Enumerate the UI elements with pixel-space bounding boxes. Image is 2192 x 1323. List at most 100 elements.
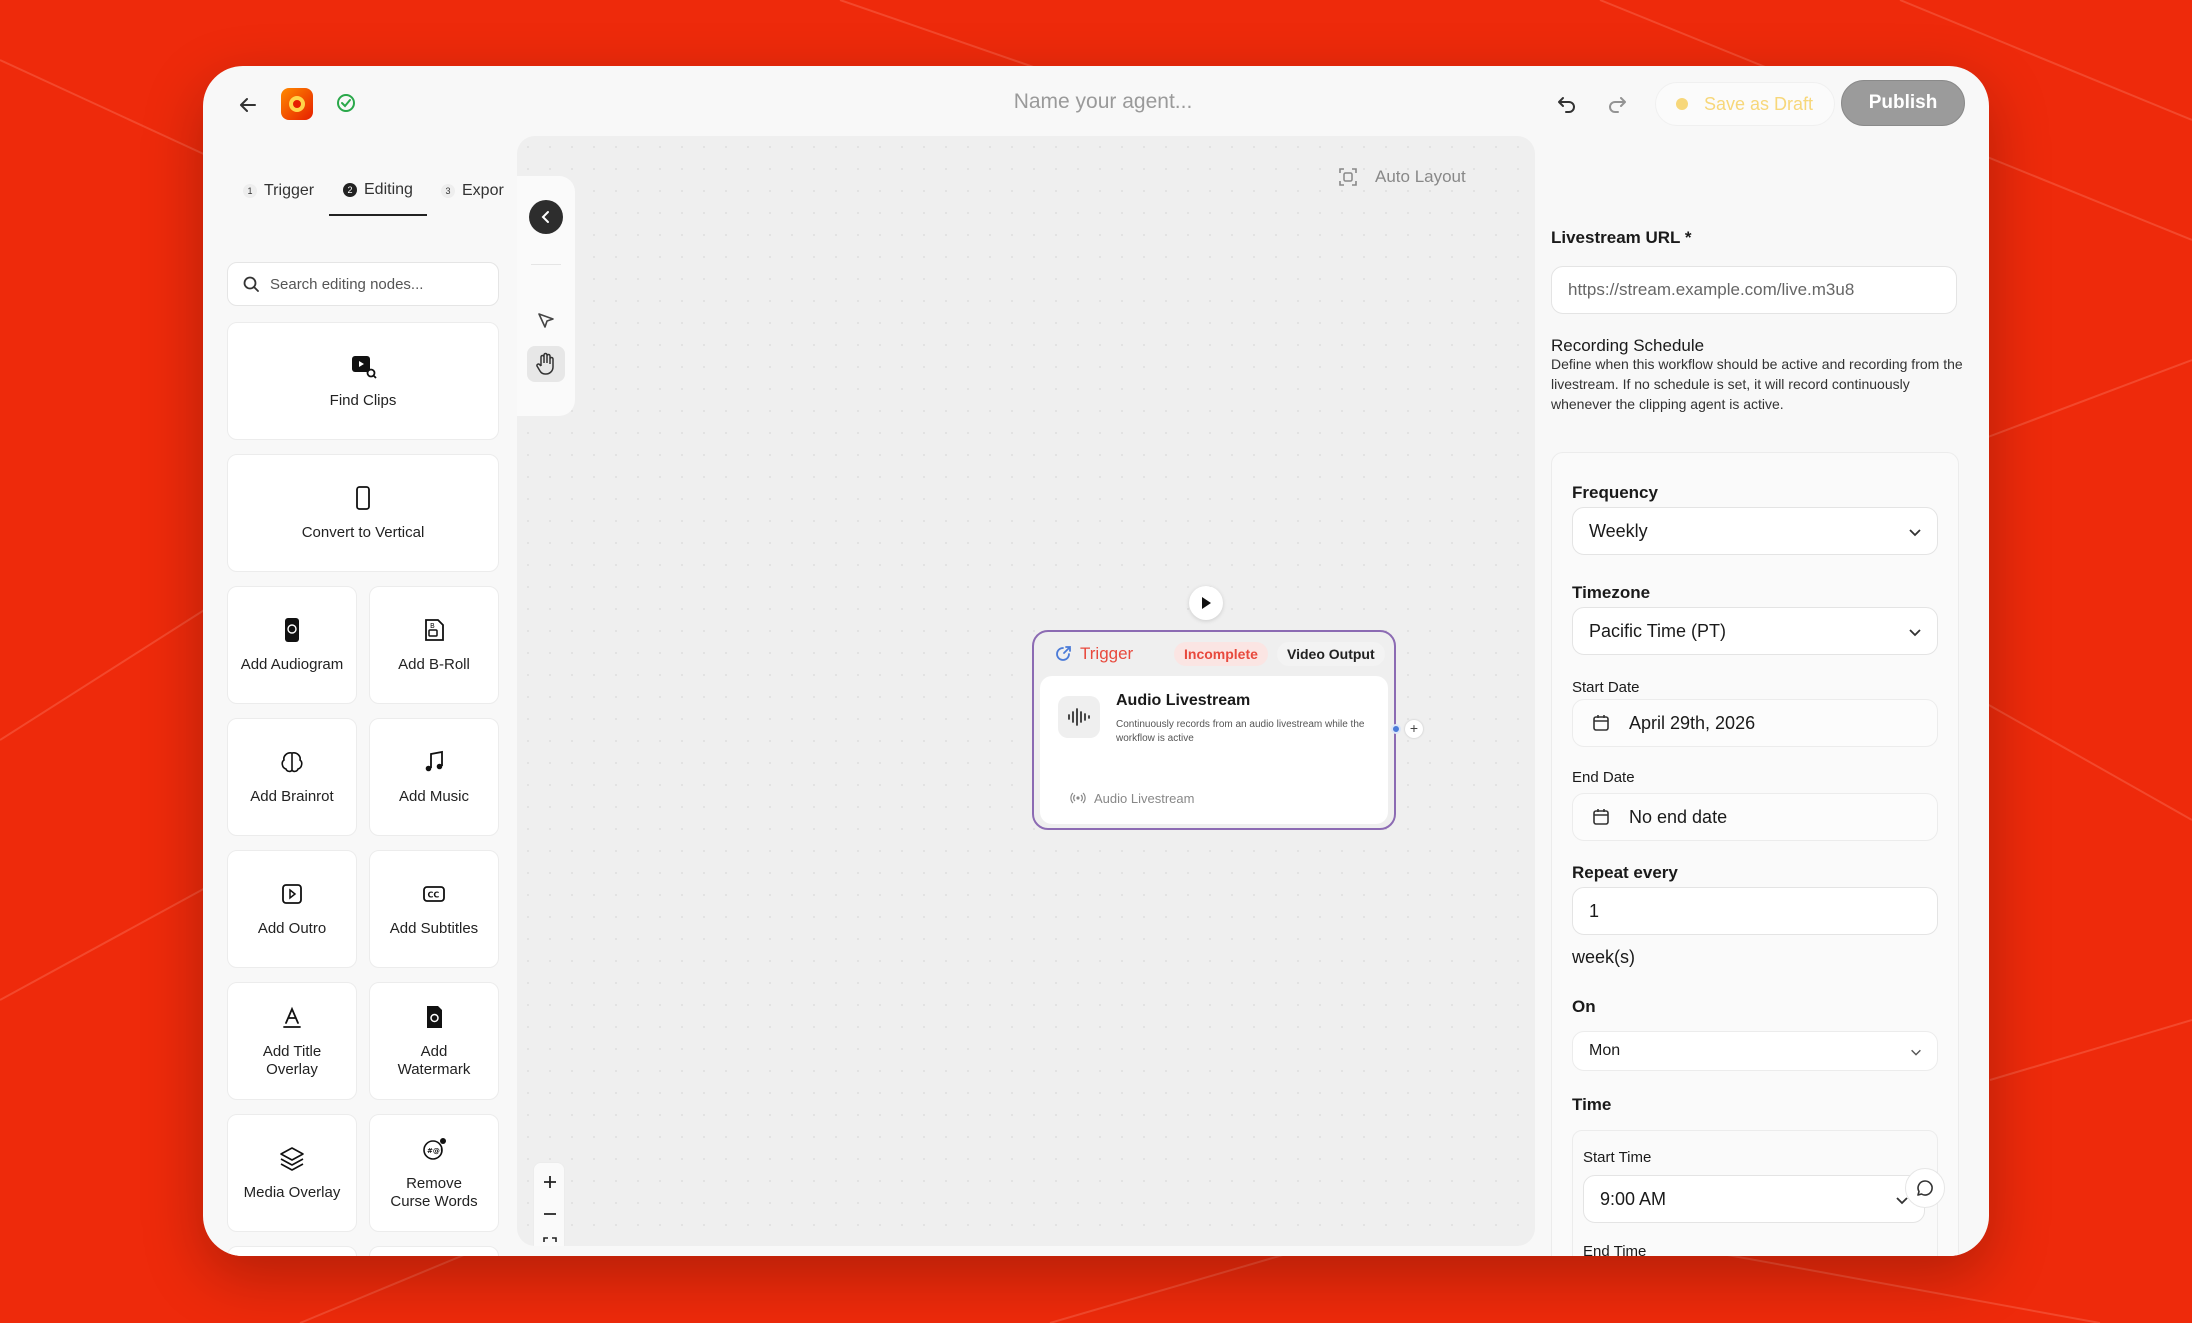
chevron-down-icon [1909, 529, 1921, 537]
start-time-label: Start Time [1583, 1149, 1652, 1166]
repeat-every-label: Repeat every [1572, 863, 1678, 882]
repeat-every-value: 1 [1589, 900, 1600, 921]
publish-button[interactable]: Publish [1841, 80, 1965, 126]
zoom-in-button[interactable] [534, 1167, 566, 1197]
add-node-button[interactable]: + [1405, 720, 1423, 738]
timezone-select[interactable]: Pacific Time (PT) [1572, 607, 1938, 655]
node-add-outro[interactable]: Add Outro [227, 850, 357, 968]
step-tabs: 1 Trigger 2 Editing 3 Expor [237, 136, 507, 252]
trigger-node-source: Audio Livestream [1070, 778, 1370, 818]
weekday-select[interactable]: Mon [1572, 1031, 1938, 1071]
trigger-node-body: Audio Livestream Continuously records fr… [1040, 676, 1388, 824]
tab-export[interactable]: 3 Expor [441, 166, 504, 216]
end-date-picker[interactable]: No end date [1572, 793, 1938, 841]
frequency-select[interactable]: Weekly [1572, 507, 1938, 555]
auto-layout-label: Auto Layout [1375, 167, 1466, 186]
search-input[interactable] [270, 275, 490, 293]
node-remove-curse-words[interactable]: #@! Remove Curse Words [369, 1114, 499, 1232]
node-label: Add Brainrot [250, 788, 334, 805]
start-time-select[interactable]: 9:00 AM [1583, 1175, 1925, 1223]
trigger-node[interactable]: Trigger Incomplete Video Output Audio Li… [1032, 630, 1396, 830]
node-add-audiogram[interactable]: Add Audiogram [227, 586, 357, 704]
waveform-icon [1058, 696, 1100, 738]
livestream-url-input[interactable] [1568, 280, 1956, 300]
node-convert-vertical[interactable]: Convert to Vertical [227, 454, 499, 572]
node-label: Find Clips [329, 392, 397, 409]
find-clips-icon [352, 356, 377, 379]
node-add-subtitles[interactable]: CC Add Subtitles [369, 850, 499, 968]
tab-number: 1 [243, 184, 257, 198]
start-date-picker[interactable]: April 29th, 2026 [1572, 699, 1938, 747]
zoom-controls [533, 1162, 565, 1246]
save-draft-label: Save as Draft [1704, 93, 1814, 114]
end-time-label: End Time [1583, 1243, 1647, 1256]
tab-trigger[interactable]: 1 Trigger [243, 166, 314, 216]
chevron-down-icon [1911, 1049, 1921, 1056]
run-workflow-button[interactable] [1189, 586, 1223, 620]
node-find-clips[interactable]: Find Clips [227, 322, 499, 440]
node-film[interactable] [369, 1246, 499, 1256]
pan-tool-button[interactable] [527, 346, 565, 382]
toolbar-divider [531, 264, 561, 265]
svg-text:#@!: #@! [427, 1147, 443, 1155]
music-note-icon [425, 750, 443, 772]
saved-check-icon [337, 94, 355, 112]
node-label: Add Watermark [397, 1043, 471, 1078]
undo-icon[interactable] [1555, 92, 1579, 116]
auto-layout-button[interactable]: Auto Layout [1337, 162, 1466, 192]
node-add-brainrot[interactable]: Add Brainrot [227, 718, 357, 836]
phone-icon [356, 486, 370, 510]
start-time-value: 9:00 AM [1600, 1188, 1667, 1209]
tab-label: Expor [462, 182, 504, 199]
minus-icon [544, 1213, 556, 1215]
node-remove-filler[interactable] [227, 1246, 357, 1256]
watermark-icon [427, 1006, 442, 1028]
node-add-broll[interactable]: B Add B-Roll [369, 586, 499, 704]
brain-icon [281, 752, 303, 773]
censor-icon: #@! [423, 1138, 446, 1160]
output-port[interactable] [1391, 724, 1401, 734]
trigger-node-header: Trigger Incomplete Video Output [1034, 632, 1394, 676]
agent-name-input[interactable] [903, 84, 1303, 120]
tab-editing[interactable]: 2 Editing [329, 166, 427, 216]
collapse-panel-button[interactable] [529, 200, 563, 234]
trigger-node-description: Continuously records from an audio lives… [1116, 719, 1365, 744]
node-label: Add B-Roll [398, 656, 470, 673]
schedule-form: Frequency Weekly Timezone Pacific Time (… [1551, 452, 1959, 1256]
tab-label: Editing [364, 181, 413, 198]
tab-number: 3 [441, 184, 455, 198]
timezone-label: Timezone [1572, 583, 1651, 602]
start-date-label: Start Date [1572, 679, 1640, 696]
time-range-box: Start Time 9:00 AM End Time [1572, 1130, 1938, 1256]
node-media-overlay[interactable]: Media Overlay [227, 1114, 357, 1232]
trigger-icon [1056, 646, 1071, 661]
top-bar: Save as Draft Publish [203, 66, 1989, 136]
chat-support-button[interactable] [1905, 1168, 1945, 1208]
calendar-icon [1593, 715, 1609, 731]
livestream-url-field[interactable] [1551, 266, 1957, 314]
chevron-down-icon [1909, 629, 1921, 637]
pointer-icon[interactable] [531, 306, 561, 336]
calendar-icon [1593, 809, 1609, 825]
node-add-music[interactable]: Add Music [369, 718, 499, 836]
workflow-canvas[interactable]: Auto Layout Trigger Incomplete Video Out… [517, 136, 1535, 1246]
timezone-value: Pacific Time (PT) [1589, 620, 1727, 641]
hand-icon [536, 352, 554, 375]
redo-icon[interactable] [1605, 92, 1629, 116]
subtitles-icon: CC [423, 886, 445, 902]
zoom-out-button[interactable] [534, 1199, 566, 1229]
broll-icon: B [425, 619, 444, 641]
node-label: Remove Curse Words [390, 1175, 478, 1210]
save-draft-button[interactable]: Save as Draft [1655, 82, 1835, 126]
recording-schedule-title: Recording Schedule [1551, 336, 1705, 355]
repeat-every-field[interactable]: 1 [1572, 887, 1938, 935]
fit-view-button[interactable] [534, 1229, 566, 1246]
node-add-title-overlay[interactable]: Add Title Overlay [227, 982, 357, 1100]
node-add-watermark[interactable]: Add Watermark [369, 982, 499, 1100]
app-window: Save as Draft Publish 1 Trigger 2 Editin… [203, 66, 1989, 1256]
back-arrow-icon[interactable] [233, 90, 263, 120]
svg-text:B: B [430, 622, 435, 630]
node-label: Add Title Overlay [262, 1043, 322, 1078]
tab-number: 2 [343, 183, 357, 197]
draft-status-dot [1676, 98, 1688, 110]
